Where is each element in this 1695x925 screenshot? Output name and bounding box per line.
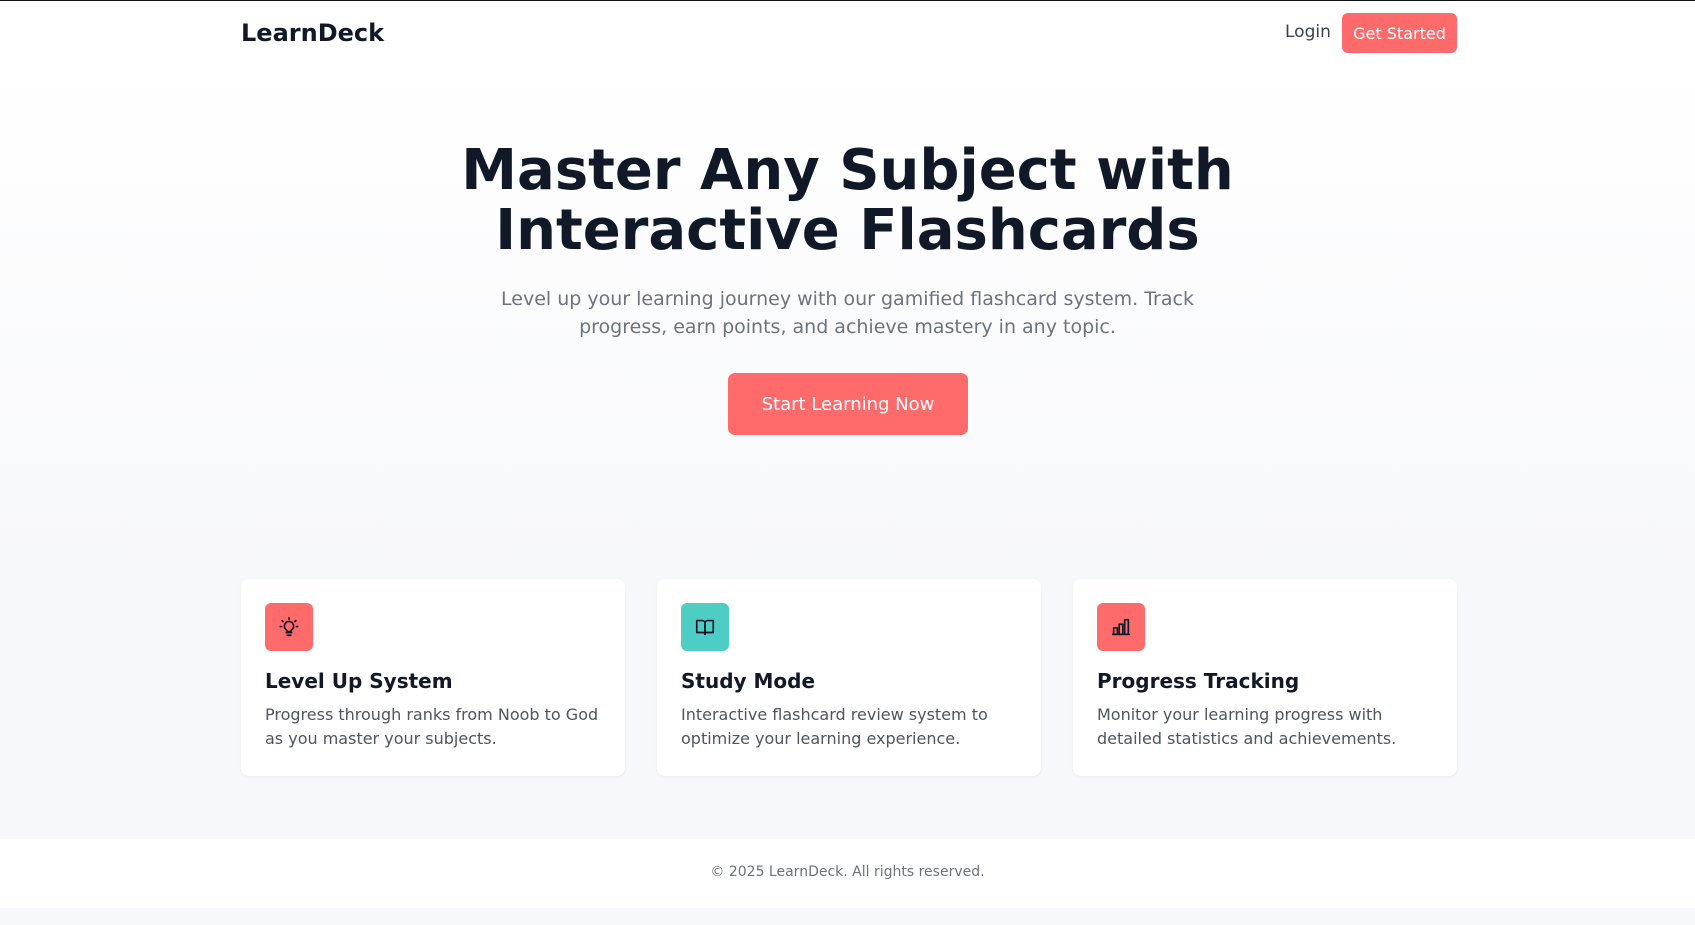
feature-card-study-mode: Study Mode Interactive flashcard review … [657,579,1041,776]
get-started-button[interactable]: Get Started [1342,13,1457,53]
hero-title: Master Any Subject with Interactive Flas… [461,138,1234,263]
feature-title: Progress Tracking [1097,669,1300,693]
logo[interactable]: LearnDeck [241,19,384,47]
start-learning-button[interactable]: Start Learning Now [728,373,968,435]
footer: © 2025 LearnDeck. All rights reserved. [0,839,1695,908]
bar-chart-icon [1097,603,1145,651]
feature-title: Level Up System [265,669,453,693]
feature-description: Interactive flashcard review system to o… [681,705,988,748]
copyright-text: © 2025 LearnDeck. All rights reserved. [710,864,985,880]
login-link[interactable]: Login [1285,22,1331,42]
lightbulb-icon [265,603,313,651]
feature-card-progress-tracking: Progress Tracking Monitor your learning … [1073,579,1457,776]
features-section: Level Up System Progress through ranks f… [241,579,1457,776]
feature-description: Monitor your learning progress with deta… [1097,705,1397,748]
hero-subtitle: Level up your learning journey with our … [501,288,1194,338]
feature-description: Progress through ranks from Noob to God … [265,705,599,748]
feature-card-level-up: Level Up System Progress through ranks f… [241,579,625,776]
book-icon [681,603,729,651]
hero-section: Master Any Subject with Interactive Flas… [0,66,1695,566]
feature-title: Study Mode [681,669,816,693]
navbar: LearnDeck Login Get Started [0,1,1695,66]
